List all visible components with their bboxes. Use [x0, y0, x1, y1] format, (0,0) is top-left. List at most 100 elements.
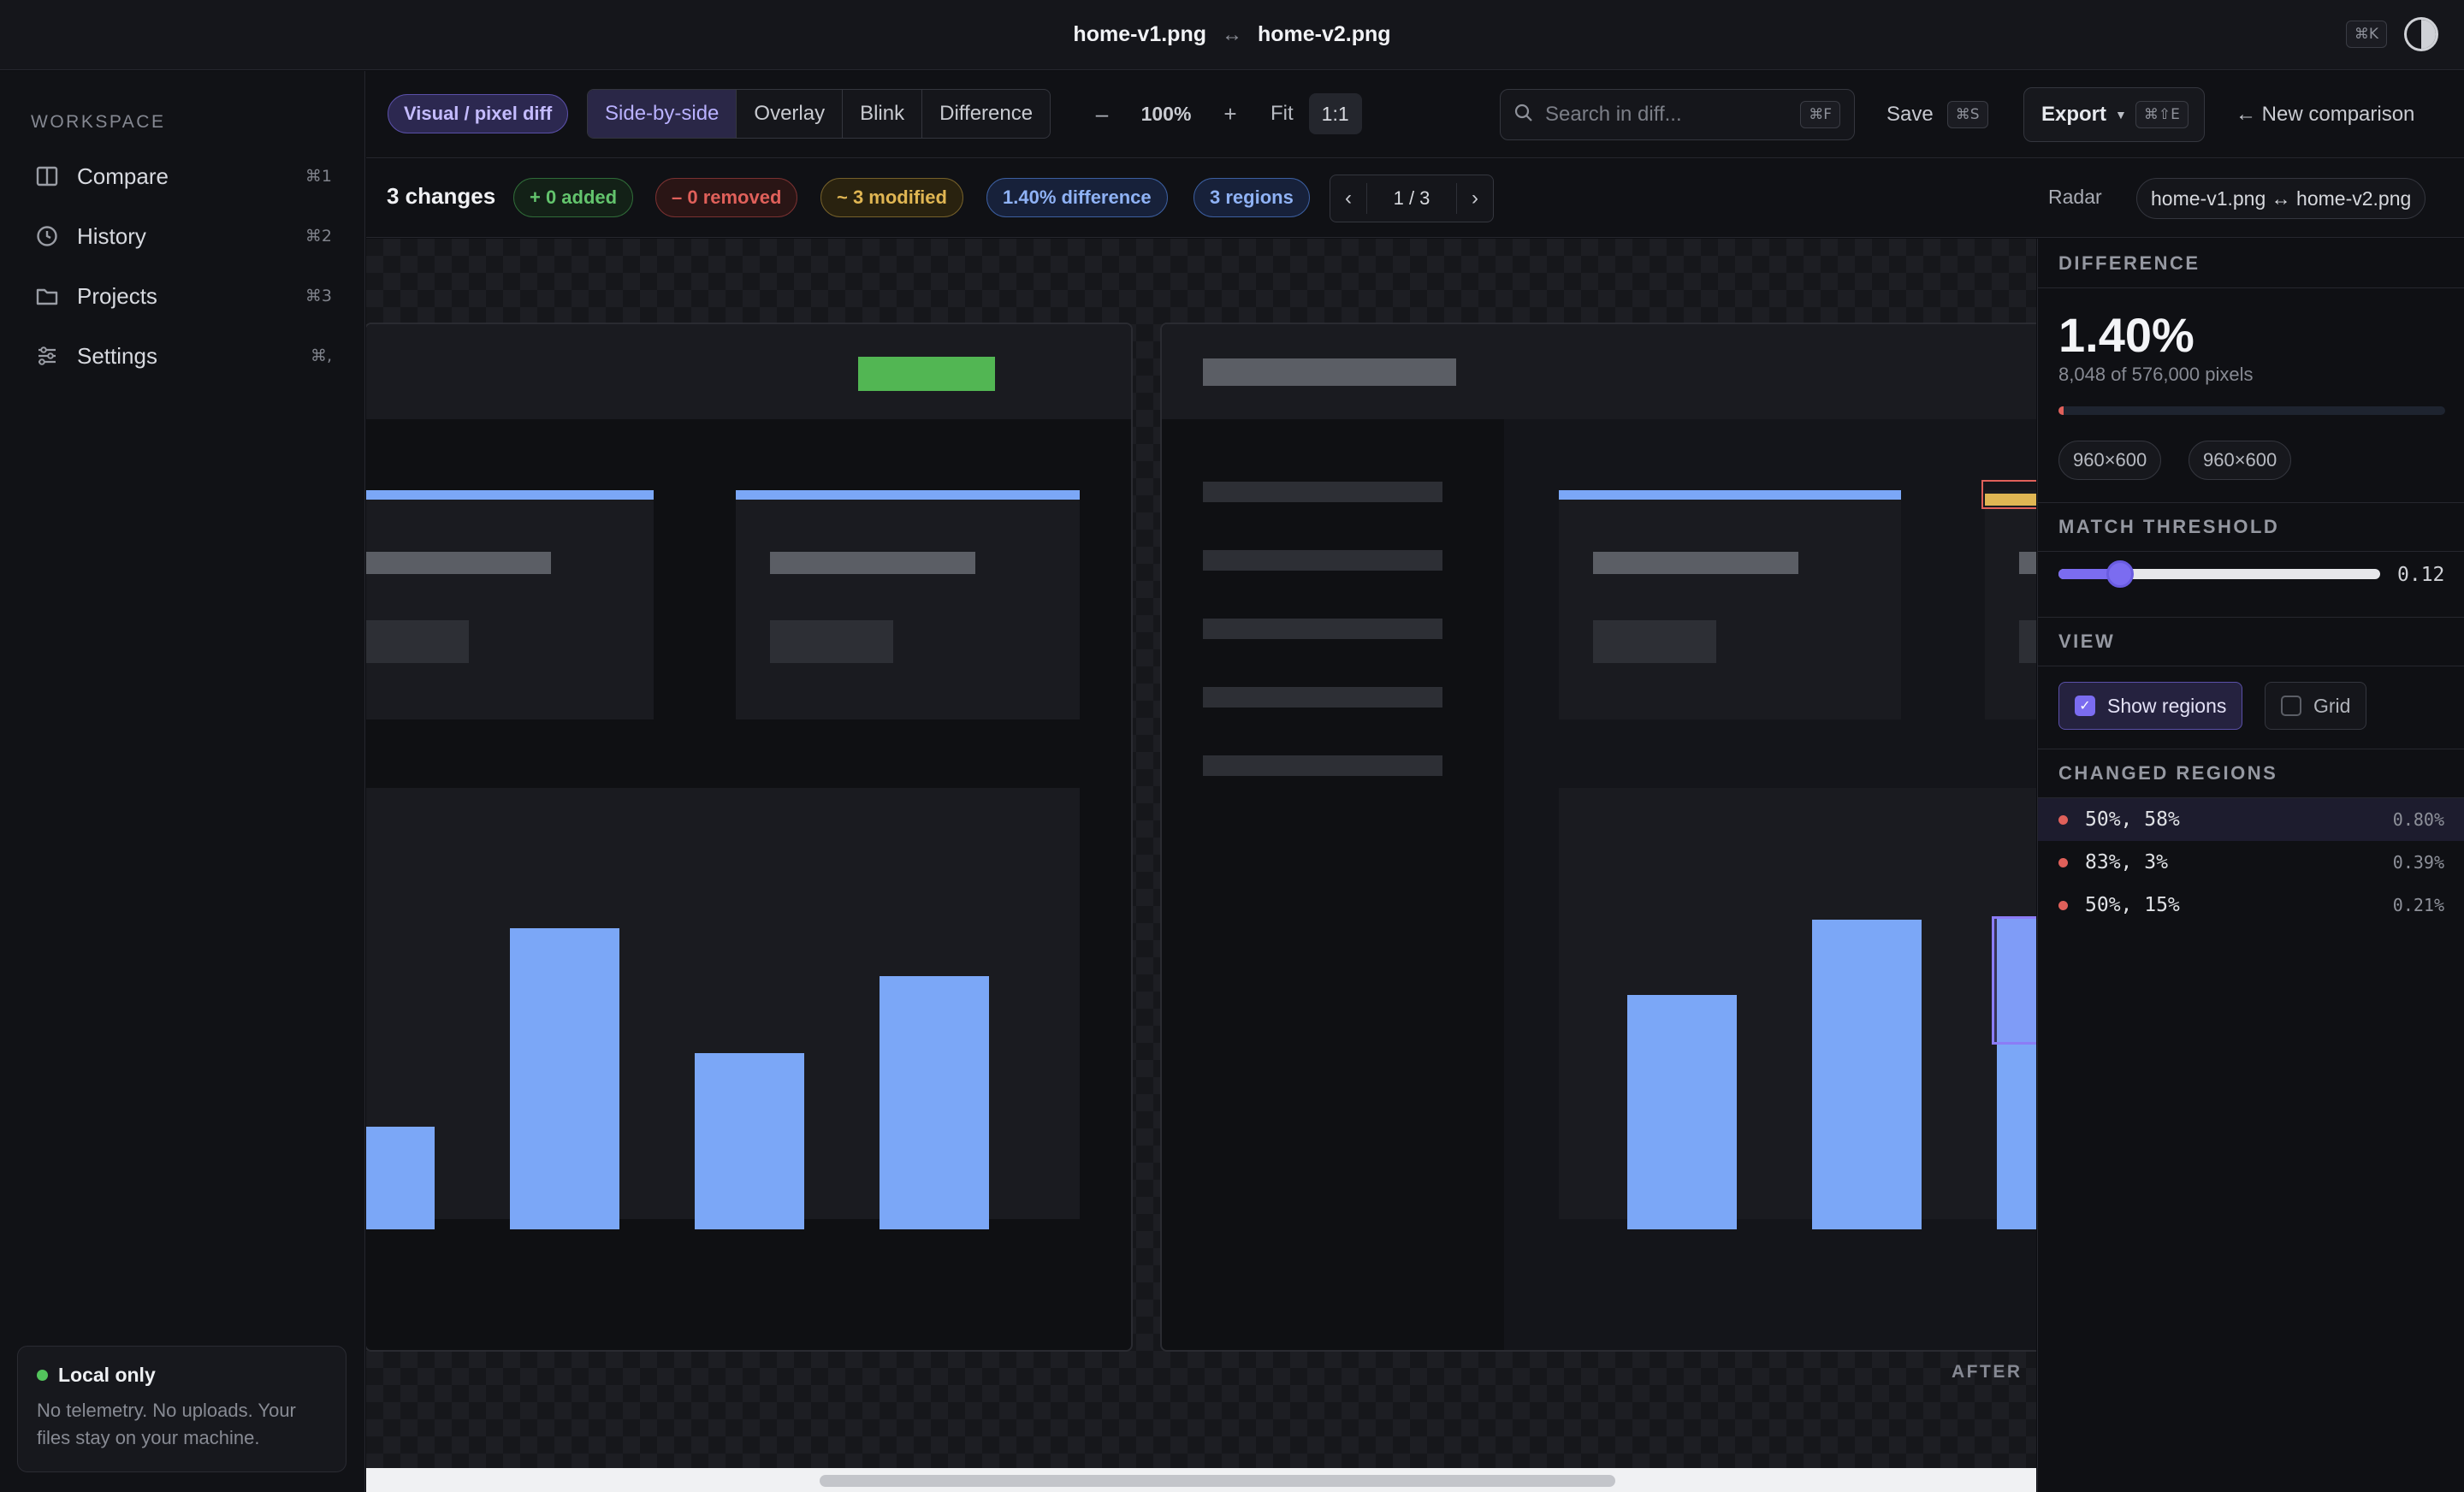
after-sidebar-line	[1203, 619, 1442, 639]
sidebar-item-history[interactable]: History ⌘2	[21, 212, 346, 260]
export-button[interactable]: Export ▼ ⌘⇧E	[2023, 87, 2205, 142]
local-only-card: Local only No telemetry. No uploads. You…	[17, 1346, 346, 1472]
zoom-in-button[interactable]: +	[1209, 92, 1252, 135]
region-percentage: 0.39%	[2392, 852, 2444, 873]
export-label: Export	[2041, 103, 2107, 126]
before-card-1-value	[366, 620, 469, 663]
sidebar-item-projects[interactable]: Projects ⌘3	[21, 272, 346, 320]
before-header-block	[366, 324, 1131, 419]
grid-label: Grid	[2313, 694, 2351, 717]
previous-region-button[interactable]: ‹	[1330, 175, 1366, 222]
after-sidebar-line	[1203, 482, 1442, 502]
difference-heading: DIFFERENCE	[2038, 239, 2464, 288]
region-list-item[interactable]: 50%, 15% 0.21%	[2038, 884, 2464, 927]
view-mode-overlay[interactable]: Overlay	[737, 90, 844, 138]
after-sidebar-line	[1203, 687, 1442, 708]
modified-region-outline[interactable]	[1981, 480, 2036, 509]
removed-badge: – 0 removed	[655, 178, 798, 217]
zoom-controls: – 100% + Fit 1:1	[1081, 89, 1362, 139]
local-only-description: No telemetry. No uploads. Your files sta…	[37, 1400, 296, 1448]
save-label: Save	[1886, 103, 1934, 126]
region-dot-icon	[2058, 900, 2068, 910]
after-sidebar-line	[1203, 755, 1442, 776]
threshold-slider-thumb[interactable]	[2106, 560, 2135, 588]
view-mode-side-by-side[interactable]: Side-by-side	[588, 90, 737, 138]
region-list-item[interactable]: 50%, 58% 0.80%	[2038, 798, 2464, 841]
after-label: AFTER	[1952, 1362, 2023, 1382]
checkbox-unchecked-icon	[2281, 696, 2301, 716]
sidebar-item-compare[interactable]: Compare ⌘1	[21, 152, 346, 200]
sidebar-item-shortcut: ⌘2	[305, 227, 332, 246]
inspector-panel: DIFFERENCE 1.40% 8,048 of 576,000 pixels…	[2037, 239, 2464, 1492]
search-input[interactable]: Search in diff... ⌘F	[1500, 89, 1855, 140]
folder-icon	[34, 283, 60, 309]
next-region-button[interactable]: ›	[1457, 175, 1493, 222]
show-regions-label: Show regions	[2107, 694, 2227, 717]
sidebar-item-settings[interactable]: Settings ⌘,	[21, 332, 346, 380]
before-card-2-accent	[736, 490, 1080, 500]
view-mode-difference[interactable]: Difference	[922, 90, 1050, 138]
search-shortcut: ⌘F	[1800, 101, 1840, 128]
grid-toggle[interactable]: Grid	[2265, 682, 2367, 730]
before-image-panel	[366, 323, 1133, 1352]
difference-percentage: 1.40%	[2058, 308, 2194, 362]
search-placeholder: Search in diff...	[1545, 103, 1682, 126]
diff-mode-badge[interactable]: Visual / pixel diff	[388, 94, 569, 133]
sidebar-item-shortcut: ⌘3	[305, 287, 332, 305]
before-chart-bar	[880, 976, 989, 1229]
region-position: 50%, 15%	[2085, 894, 2180, 916]
changed-regions-heading: CHANGED REGIONS	[2038, 749, 2464, 798]
actual-size-button[interactable]: 1:1	[1308, 93, 1362, 134]
search-icon	[1514, 104, 1533, 127]
export-shortcut: ⌘⇧E	[2135, 101, 2189, 128]
sidebar: WORKSPACE Compare ⌘1 History ⌘2 Projects…	[0, 71, 365, 1492]
after-chart-bar	[1627, 995, 1737, 1229]
before-dimensions-chip: 960×600	[2058, 441, 2162, 480]
region-dot-icon	[2058, 814, 2068, 825]
region-pager: ‹ 1 / 3 ›	[1330, 175, 1494, 222]
difference-progress-fill	[2058, 406, 2064, 415]
title-bar: home-v1.png ↔ home-v2.png ⌘K	[0, 0, 2464, 70]
region-position: 83%, 3%	[2085, 851, 2168, 873]
sidebar-item-label: Settings	[77, 342, 157, 369]
after-card-1-accent	[1559, 490, 1901, 500]
save-button[interactable]: Save ⌘S	[1886, 89, 1988, 140]
zoom-level: 100%	[1140, 102, 1192, 125]
columns-icon	[34, 163, 60, 189]
show-regions-toggle[interactable]: ✓ Show regions	[2058, 682, 2243, 730]
threshold-slider[interactable]	[2058, 560, 2380, 588]
region-percentage: 0.80%	[2392, 809, 2444, 830]
fit-button[interactable]: Fit	[1270, 102, 1294, 126]
view-mode-blink[interactable]: Blink	[843, 90, 923, 138]
threshold-value: 0.12	[2397, 564, 2445, 586]
after-chart-bar	[1812, 920, 1922, 1229]
selected-region-outline[interactable]	[1992, 916, 2036, 1045]
file-pair-chip[interactable]: home-v1.png ↔ home-v2.png	[2136, 178, 2426, 219]
sidebar-item-shortcut: ⌘,	[310, 346, 332, 365]
radar-toggle[interactable]: Radar	[2048, 186, 2102, 209]
diff-canvas[interactable]: AFTER	[366, 239, 2036, 1468]
horizontal-scrollbar[interactable]	[366, 1468, 2036, 1492]
command-palette-shortcut[interactable]: ⌘K	[2345, 21, 2387, 48]
checkbox-checked-icon: ✓	[2075, 696, 2095, 716]
region-list-item[interactable]: 83%, 3% 0.39%	[2038, 841, 2464, 884]
changes-count: 3 changes	[387, 183, 496, 209]
before-card-2	[736, 490, 1080, 719]
new-comparison-button[interactable]: ← New comparison	[2236, 89, 2414, 140]
zoom-out-button[interactable]: –	[1081, 92, 1123, 135]
region-dot-icon	[2058, 857, 2068, 867]
scrollbar-thumb[interactable]	[820, 1475, 1615, 1487]
difference-progress-bar	[2058, 406, 2445, 415]
before-card-2-value	[770, 620, 893, 663]
file-a-name: home-v1.png	[1073, 22, 1206, 46]
before-chart-bar	[366, 1127, 435, 1229]
view-mode-segmented-control: Side-by-side Overlay Blink Difference	[587, 89, 1051, 139]
pixel-summary: 8,048 of 576,000 pixels	[2058, 364, 2254, 385]
theme-toggle-icon[interactable]	[2404, 17, 2438, 51]
workspace-label: WORKSPACE	[31, 112, 166, 132]
before-nav-button-block	[858, 357, 995, 391]
file-b-name: home-v2.png	[1258, 22, 1391, 46]
toolbar: Visual / pixel diff Side-by-side Overlay…	[366, 71, 2464, 158]
before-card-1-accent	[366, 490, 654, 500]
after-card-1-value	[1593, 620, 1716, 663]
